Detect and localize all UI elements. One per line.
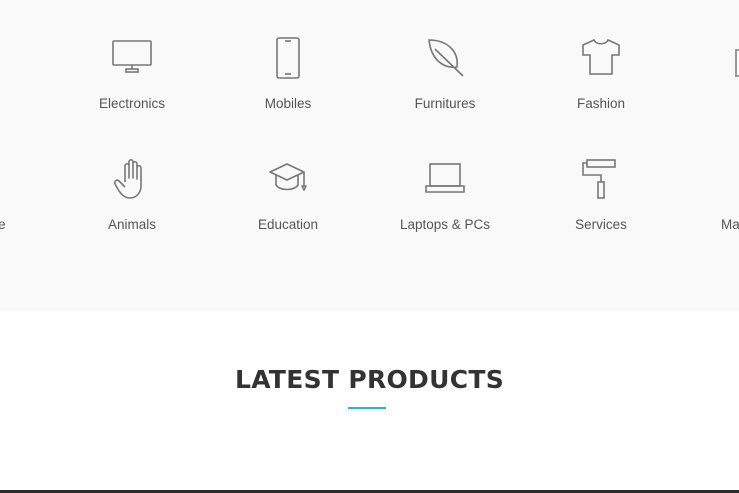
category-label: Fashion [576,96,626,111]
category-laptops[interactable]: Laptops & PCs [375,158,515,232]
graduation-cap-icon [258,158,318,202]
category-fashion[interactable]: Fashion [531,37,671,111]
category-label: Ma [721,217,739,232]
category-education[interactable]: Education [218,158,358,232]
category-label: Mobiles [264,96,312,111]
categories-section: Electronics Mobiles Furnitures Fashion e… [0,0,739,311]
tshirt-icon [571,37,631,81]
paint-roller-icon [571,158,631,202]
category-label: Animals [107,217,156,232]
category-electronics[interactable]: Electronics [62,37,202,111]
latest-products-section: LATEST PRODUCTS [0,311,739,491]
smartphone-icon [258,37,318,81]
category-label: Education [257,217,319,232]
partial-category-icon [735,49,739,77]
hand-icon [102,158,162,202]
laptop-icon [415,158,475,202]
category-label: Furnitures [414,96,476,111]
category-partial-right[interactable]: Ma [688,158,739,232]
category-services[interactable]: Services [531,158,671,232]
category-animals[interactable]: Animals [62,158,202,232]
category-label: te [0,217,6,232]
category-label: Laptops & PCs [399,217,491,232]
category-label: Electronics [98,96,166,111]
section-title: LATEST PRODUCTS [234,365,504,394]
monitor-icon [102,37,162,81]
category-furnitures[interactable]: Furnitures [375,37,515,111]
category-label: Services [575,217,627,232]
category-mobiles[interactable]: Mobiles [218,37,358,111]
leaf-icon [415,37,475,81]
title-underline [348,407,386,409]
category-partial-left[interactable]: te [0,158,70,232]
